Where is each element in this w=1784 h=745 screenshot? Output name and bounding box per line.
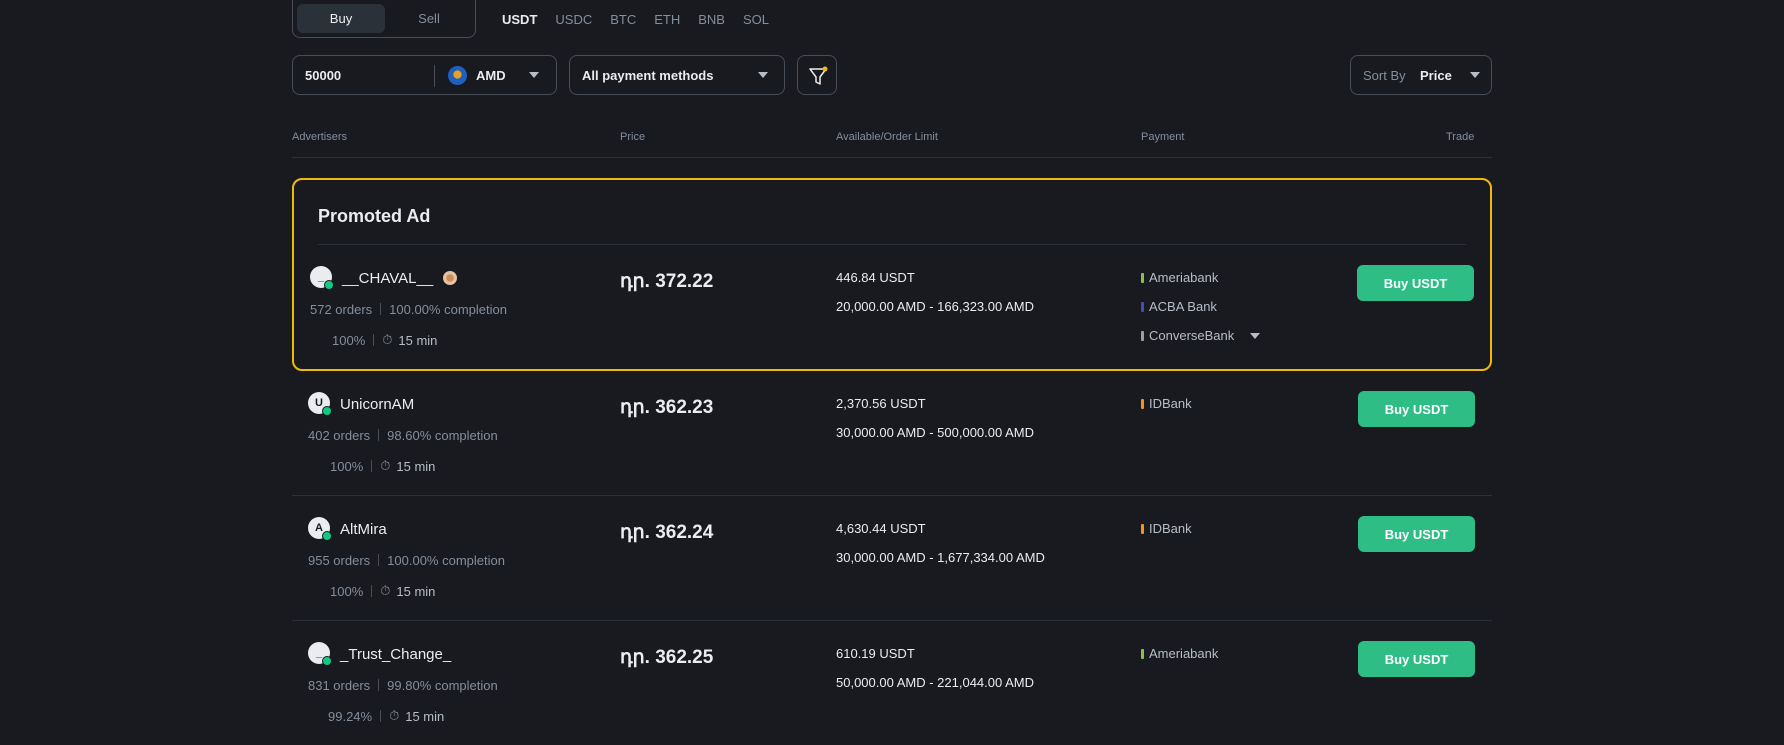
sort-value: Price [1420,68,1452,83]
payment-time: 15 min [396,458,436,474]
header-divider [292,157,1492,158]
avatar-badge-icon [443,271,457,285]
coin-tab-usdc[interactable]: USDC [555,12,592,27]
buy-tab[interactable]: Buy [297,4,385,33]
rating-time: 100% ⏱ 15 min [330,583,435,599]
order-limit: 30,000.00 AMD - 1,677,334.00 AMD [836,550,1045,565]
coin-tab-sol[interactable]: SOL [743,12,769,27]
col-trade: Trade [1446,131,1475,143]
advertiser-name[interactable]: AltMira [340,521,387,538]
sort-select[interactable]: Sort By Price [1350,55,1492,95]
armenia-flag-icon [448,66,467,85]
buy-sell-toggle: Buy Sell [292,0,476,38]
chevron-down-icon [1470,72,1480,78]
ad-price: դր. 362.24 [620,522,714,543]
coin-tabs: USDT USDC BTC ETH BNB SOL [502,12,769,27]
avatar[interactable]: A [308,517,332,541]
rating-time: 99.24% ⏱ 15 min [328,708,444,724]
timer-icon: ⏱ [380,458,391,473]
col-price: Price [620,131,646,143]
online-indicator [322,656,332,666]
col-advertisers: Advertisers [292,131,348,143]
sort-label: Sort By [1363,68,1406,83]
positive-rate: 100% [330,458,364,474]
avatar[interactable]: U [308,392,332,416]
chevron-down-icon[interactable] [1250,332,1261,339]
payment-method: IDBank [1141,521,1192,536]
payment-method-label: All payment methods [582,68,714,83]
ad-price: դր. 372.22 [620,271,714,292]
available-amount: 2,370.56 USDT [836,396,926,411]
filter-icon [809,66,828,85]
divider [434,65,435,87]
order-stats: 831 orders 99.80% completion [308,678,498,693]
buy-usdt-button[interactable]: Buy USDT [1358,641,1475,677]
order-limit: 50,000.00 AMD - 221,044.00 AMD [836,675,1035,690]
row-divider [292,495,1492,496]
payment-method: IDBank [1141,396,1192,411]
payment-method: Ameriabank [1141,646,1218,661]
advertiser-name[interactable]: __CHAVAL__ [342,270,433,287]
ad-price: դր. 362.25 [620,647,714,668]
col-available: Available/Order Limit [836,131,938,143]
chevron-down-icon[interactable] [529,72,539,78]
rating-time: 100% ⏱ 15 min [330,458,435,474]
payment-time: 15 min [396,583,436,599]
sell-tab[interactable]: Sell [385,4,473,33]
payment-method: ACBA Bank [1141,299,1217,314]
avatar[interactable]: _ [310,266,334,290]
amount-input-group[interactable]: 50000 AMD [292,55,557,95]
coin-tab-btc[interactable]: BTC [610,12,636,27]
order-limit: 20,000.00 AMD - 166,323.00 AMD [836,299,1035,314]
payment-method: ConverseBank [1141,328,1261,343]
promo-divider [318,244,1466,245]
amount-input[interactable]: 50000 [305,68,341,83]
payment-time: 15 min [398,332,438,348]
coin-tab-eth[interactable]: ETH [654,12,680,27]
order-stats: 572 orders 100.00% completion [310,302,507,317]
order-stats: 955 orders 100.00% completion [308,553,505,568]
available-amount: 610.19 USDT [836,646,915,661]
online-indicator [322,531,332,541]
payment-time: 15 min [405,708,445,724]
online-indicator [324,280,334,290]
col-payment: Payment [1141,131,1185,143]
ad-price: դր. 362.23 [620,397,714,418]
order-stats: 402 orders 98.60% completion [308,428,498,443]
chevron-down-icon [758,72,768,78]
currency-select[interactable]: AMD [476,68,506,83]
payment-method-select[interactable]: All payment methods [569,55,785,95]
advertiser-name[interactable]: _Trust_Change_ [340,646,451,663]
positive-rate: 100% [332,332,366,348]
advertiser-name[interactable]: UnicornAM [340,396,414,413]
order-limit: 30,000.00 AMD - 500,000.00 AMD [836,425,1035,440]
available-amount: 446.84 USDT [836,270,915,285]
coin-tab-usdt[interactable]: USDT [502,12,537,27]
coin-tab-bnb[interactable]: BNB [698,12,725,27]
buy-usdt-button[interactable]: Buy USDT [1358,516,1475,552]
timer-icon: ⏱ [382,332,393,347]
promoted-ad-title: Promoted Ad [318,206,431,226]
rating-time: 100% ⏱ 15 min [332,332,437,348]
timer-icon: ⏱ [389,708,400,723]
filter-button[interactable] [797,55,837,95]
positive-rate: 99.24% [328,708,373,724]
buy-usdt-button[interactable]: Buy USDT [1357,265,1474,301]
online-indicator [322,406,332,416]
positive-rate: 100% [330,583,364,599]
available-amount: 4,630.44 USDT [836,521,926,536]
timer-icon: ⏱ [380,583,391,598]
row-divider [292,620,1492,621]
avatar[interactable]: _ [308,642,332,666]
payment-method: Ameriabank [1141,270,1218,285]
buy-usdt-button[interactable]: Buy USDT [1358,391,1475,427]
